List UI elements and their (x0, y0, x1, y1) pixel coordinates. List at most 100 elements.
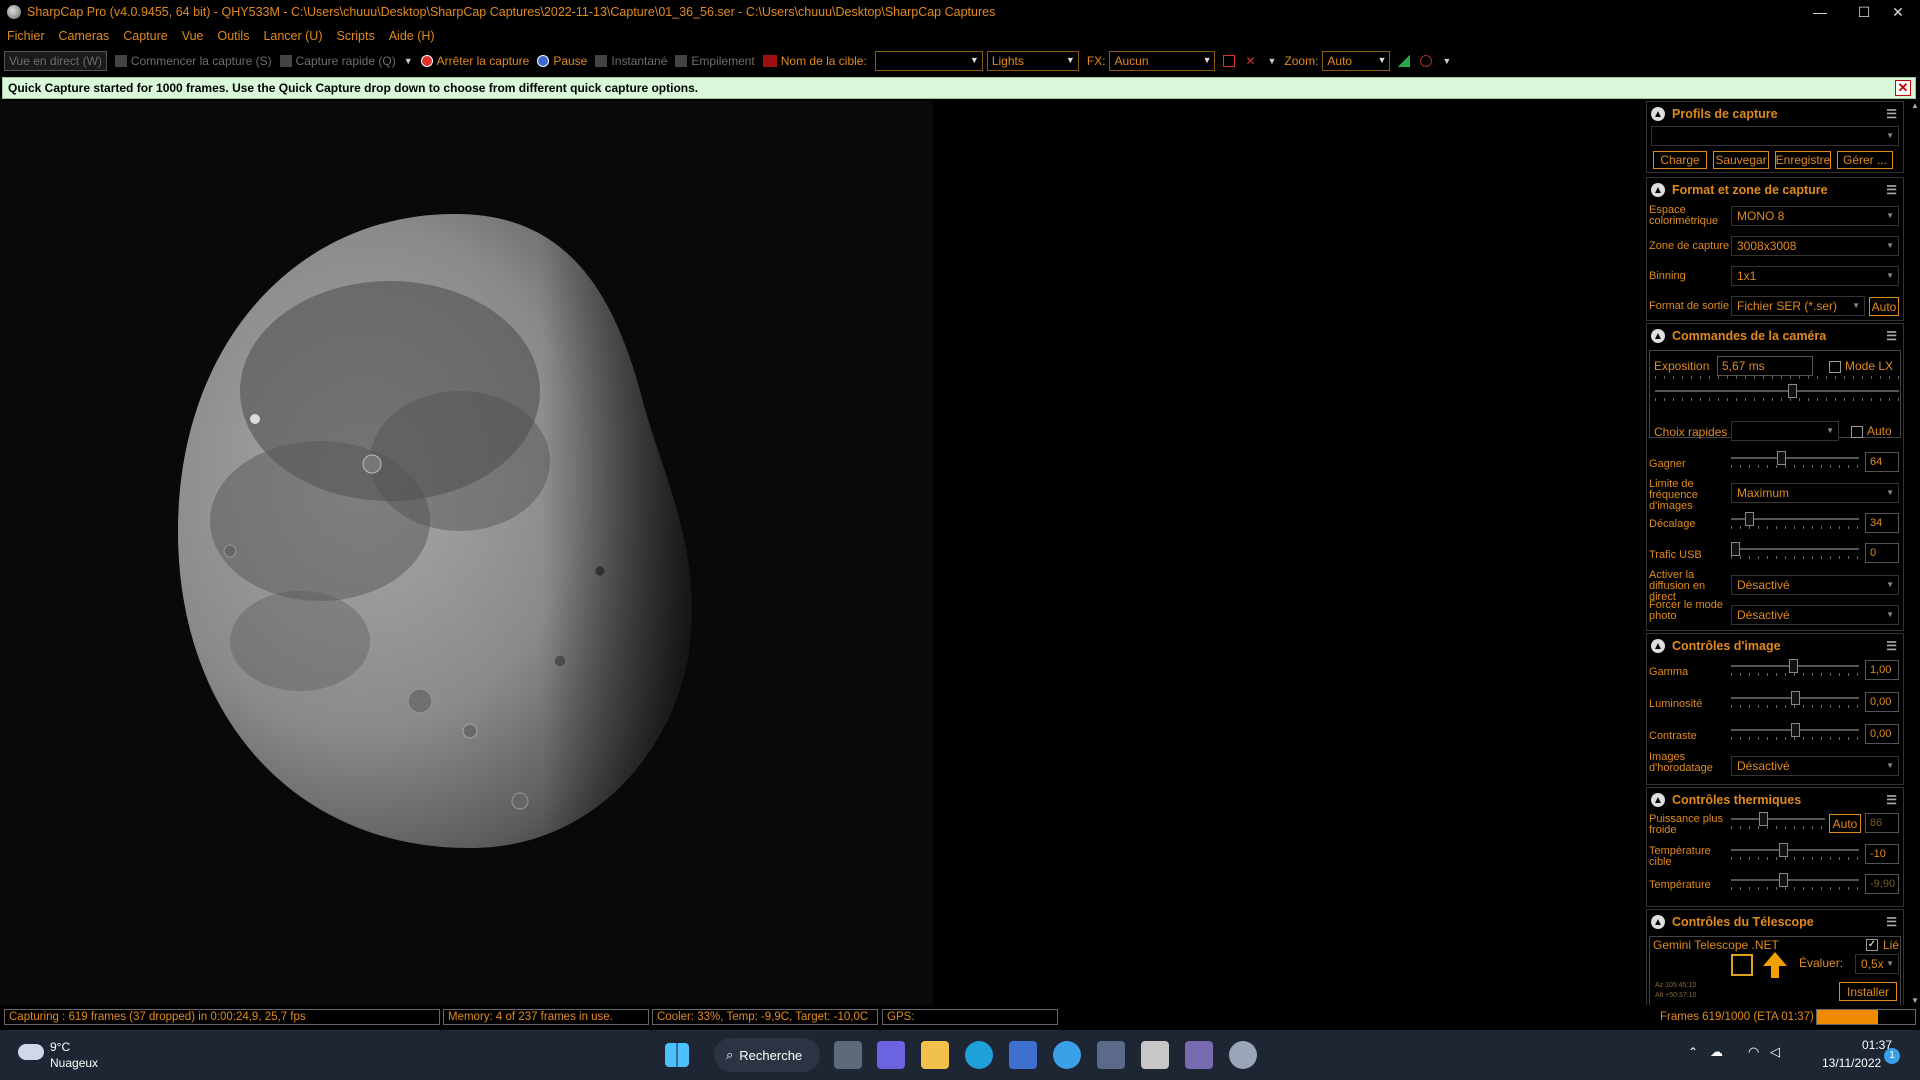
menu-icon[interactable]: ☰ (1886, 793, 1897, 807)
cloud-icon[interactable] (18, 1044, 44, 1060)
capture-area-select[interactable]: 3008x3008 ▼ (1731, 236, 1899, 256)
overlay-button[interactable]: ✕ (1245, 55, 1261, 67)
app-icon-globe[interactable] (1053, 1041, 1081, 1069)
chat-icon[interactable] (877, 1041, 905, 1069)
start-capture-button[interactable]: Commencer la capture (S) (114, 54, 272, 68)
menu-cameras[interactable]: Cameras (59, 29, 110, 43)
color-space-select[interactable]: MONO 8 ▼ (1731, 206, 1899, 226)
app-icon-color[interactable] (1185, 1041, 1213, 1069)
scroll-up-icon[interactable]: ▲ (1911, 101, 1919, 110)
file-explorer-icon[interactable] (921, 1041, 949, 1069)
close-button[interactable]: ✕ (1876, 0, 1920, 24)
stacking-button[interactable]: Empilement (675, 54, 755, 68)
menu-icon[interactable]: ☰ (1886, 183, 1897, 197)
menu-aide[interactable]: Aide (H) (389, 29, 435, 43)
menu-lancer[interactable]: Lancer (U) (263, 29, 322, 43)
menu-scripts[interactable]: Scripts (337, 29, 375, 43)
histogram-button[interactable] (1398, 55, 1414, 67)
binning-select[interactable]: 1x1 ▼ (1731, 266, 1899, 286)
frame-rate-limit-select[interactable]: Maximum ▼ (1731, 483, 1899, 503)
spiral-search-button[interactable] (1731, 954, 1753, 976)
panel-scrollbar[interactable]: ▲ ▼ (1910, 101, 1920, 1005)
image-viewport[interactable] (0, 101, 933, 1005)
store-icon[interactable] (1009, 1041, 1037, 1069)
quick-capture-dropdown[interactable]: ▼ (404, 56, 413, 66)
cooler-auto-button[interactable]: Auto (1829, 814, 1861, 833)
overlay-dropdown[interactable]: ▼ (1267, 56, 1276, 66)
menu-icon[interactable]: ☰ (1886, 639, 1897, 653)
quick-capture-button[interactable]: Capture rapide (Q) (279, 54, 396, 68)
fx-combo[interactable]: Aucun ▼ (1109, 51, 1216, 71)
gamma-slider[interactable] (1731, 659, 1859, 677)
wifi-icon[interactable]: ◠ (1748, 1044, 1759, 1060)
menu-icon[interactable]: ☰ (1886, 329, 1897, 343)
notification-badge[interactable]: 1 (1884, 1048, 1900, 1064)
quick-auto-checkbox[interactable] (1851, 426, 1863, 438)
notification-close-button[interactable]: ✕ (1895, 80, 1911, 96)
target-temperature-slider[interactable] (1731, 843, 1859, 861)
menu-icon[interactable]: ☰ (1886, 107, 1897, 121)
menu-vue[interactable]: Vue (182, 29, 204, 43)
load-profile-button[interactable]: Charge (1653, 151, 1707, 169)
menu-fichier[interactable]: Fichier (7, 29, 45, 43)
gamma-input[interactable]: 1,00 (1865, 660, 1899, 680)
camera-controls-header[interactable]: ▲ Commandes de la caméra ☰ (1647, 324, 1903, 348)
cooler-power-slider[interactable] (1731, 812, 1825, 830)
exposure-input[interactable]: 5,67 ms (1717, 356, 1813, 376)
timestamp-frames-select[interactable]: Désactivé ▼ (1731, 756, 1899, 776)
contrast-slider[interactable] (1731, 723, 1859, 741)
onedrive-icon[interactable]: ☁ (1710, 1044, 1723, 1060)
linked-checkbox[interactable]: ✓ (1866, 939, 1878, 951)
tools-button[interactable] (1420, 55, 1436, 67)
zoom-combo[interactable]: Auto ▼ (1322, 51, 1391, 71)
offset-slider[interactable] (1731, 512, 1859, 530)
system-tray-expand-icon[interactable]: ⌃ (1688, 1045, 1698, 1059)
image-controls-header[interactable]: ▲ Contrôles d'image ☰ (1647, 634, 1903, 658)
slider-thumb[interactable] (1788, 384, 1797, 398)
pause-button[interactable]: Pause (537, 54, 587, 68)
telescope-controls-header[interactable]: ▲ Contrôles du Télescope ☰ (1647, 910, 1903, 934)
gain-slider[interactable] (1731, 451, 1859, 469)
save-profile-button[interactable]: Sauvegar (1713, 151, 1769, 169)
live-streaming-select[interactable]: Désactivé ▼ (1731, 575, 1899, 595)
stop-capture-button[interactable]: Arrêter la capture (420, 54, 529, 68)
live-view-button[interactable]: Vue en direct (W) (4, 51, 107, 71)
gain-input[interactable]: 64 (1865, 452, 1899, 472)
brightness-input[interactable]: 0,00 (1865, 692, 1899, 712)
menu-capture[interactable]: Capture (123, 29, 167, 43)
capture-profiles-header[interactable]: ▲ Profils de capture ☰ (1647, 102, 1903, 126)
reticle-button[interactable] (1223, 55, 1239, 67)
menu-outils[interactable]: Outils (218, 29, 250, 43)
weather-description[interactable]: Nuageux (50, 1056, 98, 1070)
volume-icon[interactable]: ◁ (1770, 1044, 1780, 1060)
windows-start-icon[interactable] (665, 1043, 689, 1067)
edge-browser-icon[interactable] (965, 1041, 993, 1069)
manage-profiles-button[interactable]: Gérer ... (1837, 151, 1893, 169)
arrow-up-icon[interactable] (1763, 952, 1787, 966)
contrast-input[interactable]: 0,00 (1865, 724, 1899, 744)
install-button[interactable]: Installer (1839, 982, 1897, 1001)
force-still-mode-select[interactable]: Désactivé ▼ (1731, 605, 1899, 625)
brightness-slider[interactable] (1731, 691, 1859, 709)
output-auto-button[interactable]: Auto (1869, 297, 1899, 316)
scroll-down-icon[interactable]: ▼ (1911, 996, 1919, 1005)
usb-traffic-input[interactable]: 0 (1865, 543, 1899, 563)
exposure-slider[interactable] (1655, 376, 1899, 401)
output-format-select[interactable]: Fichier SER (*.ser) ▼ (1731, 296, 1865, 316)
frame-type-combo[interactable]: Lights ▼ (986, 51, 1079, 71)
thermal-controls-header[interactable]: ▲ Contrôles thermiques ☰ (1647, 788, 1903, 812)
offset-input[interactable]: 34 (1865, 513, 1899, 533)
capture-format-header[interactable]: ▲ Format et zone de capture ☰ (1647, 178, 1903, 202)
app-icon-chart[interactable] (1097, 1041, 1125, 1069)
rate-select[interactable]: 0,5x ▼ (1855, 954, 1899, 974)
app-icon-pen[interactable] (1141, 1041, 1169, 1069)
profile-select[interactable]: ▼ (1651, 126, 1899, 146)
menu-icon[interactable]: ☰ (1886, 915, 1897, 929)
tools-dropdown[interactable]: ▼ (1442, 56, 1451, 66)
sharpcap-taskbar-icon[interactable] (1229, 1041, 1257, 1069)
lx-mode-checkbox[interactable] (1829, 361, 1841, 373)
usb-traffic-slider[interactable] (1731, 542, 1859, 560)
quick-picks-select[interactable]: ▼ (1731, 421, 1839, 441)
weather-temperature[interactable]: 9°C (50, 1040, 70, 1054)
target-name-combo[interactable]: ▼ (874, 51, 983, 71)
